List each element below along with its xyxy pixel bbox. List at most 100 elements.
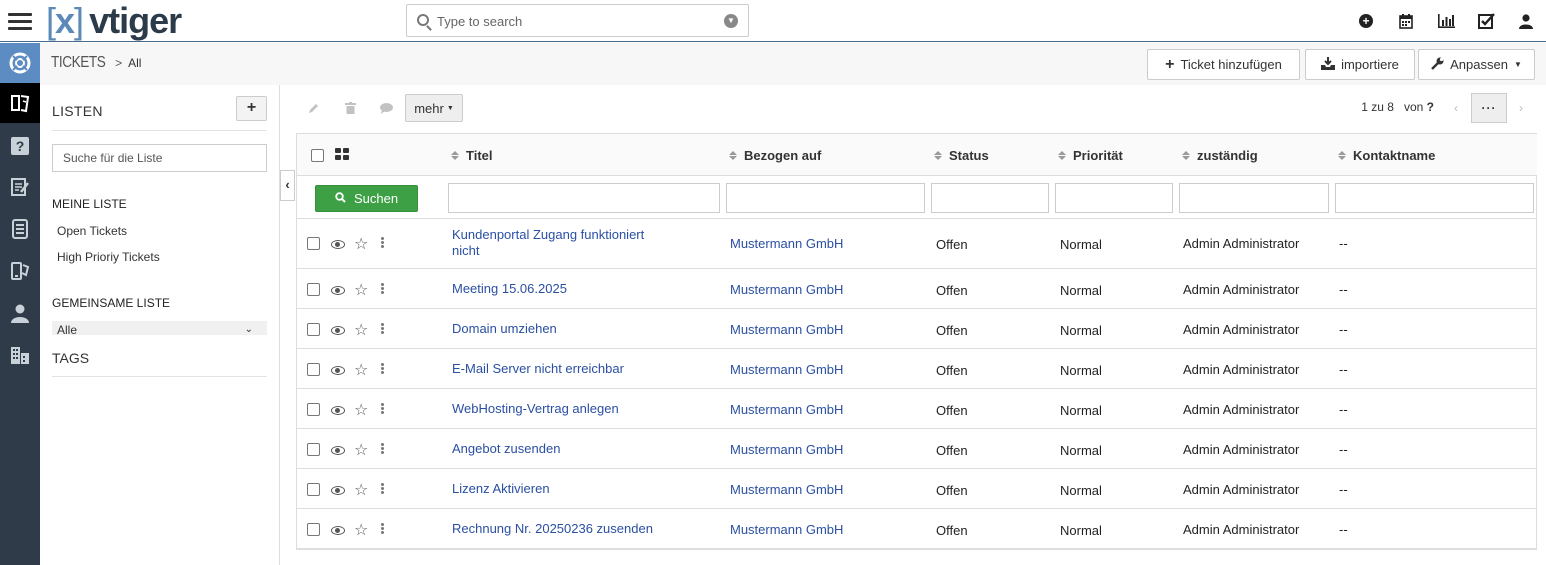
import-button[interactable]: importiere	[1305, 49, 1415, 80]
more-pages-button[interactable]: ···	[1471, 93, 1507, 123]
more-options-icon[interactable]	[381, 283, 384, 294]
eye-icon[interactable]	[331, 526, 345, 535]
related-to-link[interactable]: Mustermann GmbH	[730, 522, 843, 537]
star-icon[interactable]: ☆	[354, 237, 368, 253]
ticket-title-link[interactable]: Lizenz Aktivieren	[452, 481, 662, 497]
global-search-input[interactable]	[437, 11, 717, 31]
row-checkbox[interactable]	[307, 403, 320, 416]
ticket-title-link[interactable]: Domain umziehen	[452, 321, 662, 337]
row-checkbox[interactable]	[307, 363, 320, 376]
breadcrumb-module[interactable]: TICKETS	[51, 54, 106, 72]
add-list-button[interactable]: +	[236, 96, 267, 121]
star-icon[interactable]: ☆	[354, 323, 368, 339]
table-row[interactable]: ☆ Kundenportal Zugang funktioniert nicht M…	[297, 219, 1537, 269]
search-button[interactable]: Suchen	[315, 185, 418, 212]
contacts-icon[interactable]	[0, 293, 40, 333]
row-checkbox[interactable]	[307, 237, 320, 250]
more-options-icon[interactable]	[381, 403, 384, 414]
invoices-icon[interactable]	[0, 209, 40, 249]
filter-priority-input[interactable]	[1055, 183, 1173, 213]
eye-icon[interactable]	[331, 486, 345, 495]
star-icon[interactable]: ☆	[354, 483, 368, 499]
filter-title-input[interactable]	[448, 183, 720, 213]
reports-icon[interactable]	[1426, 0, 1466, 42]
eye-icon[interactable]	[331, 286, 345, 295]
more-options-icon[interactable]	[381, 443, 384, 454]
related-to-link[interactable]: Mustermann GmbH	[730, 236, 843, 251]
more-options-icon[interactable]	[381, 483, 384, 494]
comment-icon[interactable]	[369, 94, 403, 122]
add-icon[interactable]: +	[1346, 0, 1386, 42]
eye-icon[interactable]	[331, 240, 345, 249]
more-options-icon[interactable]	[381, 363, 384, 374]
row-checkbox[interactable]	[307, 323, 320, 336]
tasks-icon[interactable]	[1466, 0, 1506, 42]
filter-status-input[interactable]	[931, 183, 1049, 213]
ticket-title-link[interactable]: Rechnung Nr. 20250236 zusenden	[452, 521, 662, 537]
quotes-icon[interactable]	[0, 167, 40, 207]
menu-icon[interactable]	[0, 0, 40, 42]
column-header-priority[interactable]: Priorität	[1058, 148, 1123, 163]
ticket-title-link[interactable]: Meeting 15.06.2025	[452, 281, 662, 297]
ticket-title-link[interactable]: Kundenportal Zugang funktioniert nicht	[452, 227, 662, 259]
related-to-link[interactable]: Mustermann GmbH	[730, 402, 843, 417]
table-row[interactable]: ☆ WebHosting-Vertrag anlegen Mustermann Gm…	[297, 389, 1537, 429]
edit-icon[interactable]	[297, 94, 331, 122]
tickets-icon[interactable]	[0, 83, 40, 123]
column-header-assigned[interactable]: zuständig	[1182, 148, 1258, 163]
calendar-icon[interactable]	[1386, 0, 1426, 42]
table-row[interactable]: ☆ Angebot zusenden Mustermann GmbH Offen Nor…	[297, 429, 1537, 469]
related-to-link[interactable]: Mustermann GmbH	[730, 362, 843, 377]
related-to-link[interactable]: Mustermann GmbH	[730, 482, 843, 497]
row-checkbox[interactable]	[307, 283, 320, 296]
column-layout-icon[interactable]	[335, 148, 349, 160]
faq-icon[interactable]: ?	[0, 126, 40, 166]
table-row[interactable]: ☆ Lizenz Aktivieren Mustermann GmbH Offen No…	[297, 469, 1537, 509]
star-icon[interactable]: ☆	[354, 523, 368, 539]
column-header-title[interactable]: Titel	[451, 148, 493, 163]
star-icon[interactable]: ☆	[354, 283, 368, 299]
vtiger-logo[interactable]: [x] vtiger	[46, 0, 182, 42]
table-row[interactable]: ☆ Rechnung Nr. 20250236 zusenden Musterman…	[297, 509, 1537, 549]
row-checkbox[interactable]	[307, 523, 320, 536]
helpdesk-icon[interactable]	[0, 43, 40, 83]
table-row[interactable]: ☆ E-Mail Server nicht erreichbar Musterman…	[297, 349, 1537, 389]
more-options-icon[interactable]	[381, 323, 384, 334]
user-icon[interactable]	[1506, 0, 1546, 42]
more-options-icon[interactable]	[381, 237, 384, 248]
table-row[interactable]: ☆ Domain umziehen Mustermann GmbH Offen Norm…	[297, 309, 1537, 349]
column-header-contact[interactable]: Kontaktname	[1338, 148, 1435, 163]
ticket-title-link[interactable]: E-Mail Server nicht erreichbar	[452, 361, 662, 377]
related-to-link[interactable]: Mustermann GmbH	[730, 442, 843, 457]
select-all-checkbox[interactable]	[311, 149, 324, 162]
star-icon[interactable]: ☆	[354, 403, 368, 419]
filter-contact-input[interactable]	[1335, 183, 1534, 213]
list-search-input[interactable]	[52, 144, 267, 172]
table-row[interactable]: ☆ Meeting 15.06.2025 Mustermann GmbH Offen N…	[297, 269, 1537, 309]
related-to-link[interactable]: Mustermann GmbH	[730, 282, 843, 297]
page-total[interactable]: ?	[1427, 100, 1434, 114]
list-item-open-tickets[interactable]: Open Tickets	[57, 224, 127, 238]
search-options-icon[interactable]: ▼	[724, 14, 738, 28]
more-actions-button[interactable]: mehr ▼	[405, 94, 463, 122]
customize-button[interactable]: Anpassen ▼	[1418, 49, 1535, 80]
shared-list-select[interactable]: Alle ⌄	[52, 321, 267, 335]
row-checkbox[interactable]	[307, 483, 320, 496]
eye-icon[interactable]	[331, 406, 345, 415]
list-item-high-priority[interactable]: High Prioriy Tickets	[57, 250, 160, 264]
star-icon[interactable]: ☆	[354, 443, 368, 459]
collapse-sidebar-button[interactable]: ‹	[280, 170, 295, 201]
filter-related-input[interactable]	[726, 183, 925, 213]
eye-icon[interactable]	[331, 326, 345, 335]
star-icon[interactable]: ☆	[354, 363, 368, 379]
column-header-status[interactable]: Status	[934, 148, 989, 163]
delete-icon[interactable]	[333, 94, 367, 122]
eye-icon[interactable]	[331, 446, 345, 455]
related-to-link[interactable]: Mustermann GmbH	[730, 322, 843, 337]
organizations-icon[interactable]	[0, 335, 40, 375]
column-header-related[interactable]: Bezogen auf	[729, 148, 821, 163]
ticket-title-link[interactable]: Angebot zusenden	[452, 441, 662, 457]
more-options-icon[interactable]	[381, 523, 384, 534]
ticket-title-link[interactable]: WebHosting-Vertrag anlegen	[452, 401, 662, 417]
row-checkbox[interactable]	[307, 443, 320, 456]
